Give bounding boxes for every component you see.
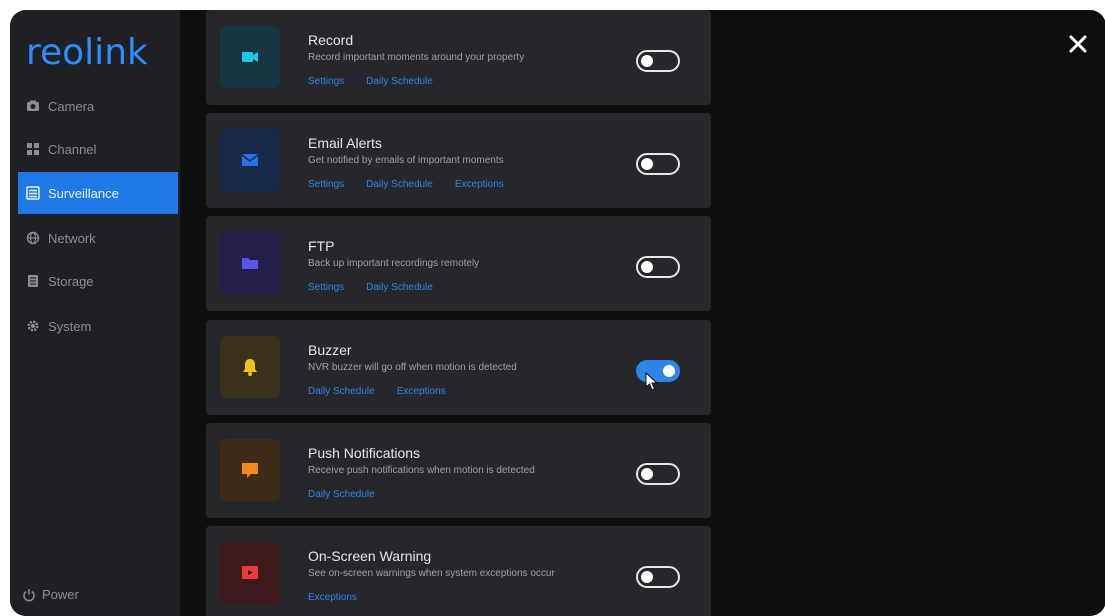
settings-link[interactable]: Settings bbox=[308, 179, 344, 190]
sidebar-item-camera[interactable]: Camera bbox=[18, 85, 178, 127]
daily-schedule-link[interactable]: Daily Schedule bbox=[308, 489, 375, 500]
sidebar-item-label: System bbox=[48, 318, 92, 334]
video-icon bbox=[220, 26, 280, 88]
card-title: Push Notifications bbox=[308, 445, 421, 461]
settings-link[interactable]: Settings bbox=[308, 76, 344, 87]
card-description: Receive push notifications when motion i… bbox=[308, 465, 535, 476]
email-alerts-toggle[interactable] bbox=[636, 153, 680, 175]
card-record: Record Record important moments around y… bbox=[206, 10, 711, 105]
sidebar-item-label: Camera bbox=[48, 98, 95, 114]
toggle-knob bbox=[641, 261, 653, 273]
card-title: On-Screen Warning bbox=[308, 548, 432, 564]
close-icon[interactable] bbox=[1068, 34, 1088, 54]
sidebar-item-label: Surveillance bbox=[48, 185, 119, 201]
channel-icon bbox=[26, 142, 40, 156]
daily-schedule-link[interactable]: Daily Schedule bbox=[366, 282, 433, 293]
mouse-cursor-icon bbox=[645, 372, 659, 391]
card-title: Email Alerts bbox=[308, 135, 382, 151]
gear-icon bbox=[26, 319, 40, 333]
sidebar-item-label: Channel bbox=[48, 141, 97, 157]
toggle-knob bbox=[663, 365, 675, 377]
push-notifications-toggle[interactable] bbox=[636, 463, 680, 485]
daily-schedule-link[interactable]: Daily Schedule bbox=[366, 76, 433, 87]
power-label: Power bbox=[42, 587, 79, 602]
sidebar: reolink Camera Channel Surveillance Netw… bbox=[10, 10, 180, 616]
camera-icon bbox=[26, 99, 40, 113]
surveillance-panel: Record Record important moments around y… bbox=[206, 10, 711, 616]
app-window: reolink Camera Channel Surveillance Netw… bbox=[10, 10, 1105, 616]
bell-icon bbox=[220, 336, 280, 398]
card-description: NVR buzzer will go off when motion is de… bbox=[308, 362, 517, 373]
card-description: Back up important recordings remotely bbox=[308, 258, 480, 269]
toggle-knob bbox=[641, 468, 653, 480]
daily-schedule-link[interactable]: Daily Schedule bbox=[308, 386, 375, 397]
settings-link[interactable]: Settings bbox=[308, 282, 344, 293]
warning-screen-icon bbox=[220, 542, 280, 604]
card-description: Record important moments around your pro… bbox=[308, 52, 525, 63]
exceptions-link[interactable]: Exceptions bbox=[308, 592, 357, 603]
storage-icon bbox=[26, 274, 40, 288]
card-description: See on-screen warnings when system excep… bbox=[308, 568, 555, 579]
sidebar-item-label: Network bbox=[48, 230, 96, 246]
card-on-screen-warning: On-Screen Warning See on-screen warnings… bbox=[206, 526, 711, 616]
exceptions-link[interactable]: Exceptions bbox=[455, 179, 504, 190]
ftp-toggle[interactable] bbox=[636, 256, 680, 278]
card-push-notifications: Push Notifications Receive push notifica… bbox=[206, 423, 711, 518]
sidebar-item-label: Storage bbox=[48, 273, 94, 289]
daily-schedule-link[interactable]: Daily Schedule bbox=[366, 179, 433, 190]
sidebar-item-system[interactable]: System bbox=[18, 305, 178, 347]
card-buzzer: Buzzer NVR buzzer will go off when motio… bbox=[206, 320, 711, 415]
card-title: Buzzer bbox=[308, 342, 352, 358]
sidebar-item-channel[interactable]: Channel bbox=[18, 128, 178, 170]
exceptions-link[interactable]: Exceptions bbox=[397, 386, 446, 397]
toggle-knob bbox=[641, 571, 653, 583]
sidebar-item-storage[interactable]: Storage bbox=[18, 260, 178, 302]
card-ftp: FTP Back up important recordings remotel… bbox=[206, 216, 711, 311]
card-email-alerts: Email Alerts Get notified by emails of i… bbox=[206, 113, 711, 208]
card-title: FTP bbox=[308, 238, 335, 254]
toggle-knob bbox=[641, 158, 653, 170]
card-title: Record bbox=[308, 32, 354, 48]
sidebar-item-network[interactable]: Network bbox=[18, 217, 178, 259]
record-toggle[interactable] bbox=[636, 50, 680, 72]
toggle-knob bbox=[641, 55, 653, 67]
reolink-logo: reolink bbox=[26, 32, 148, 73]
power-button[interactable]: Power bbox=[22, 587, 79, 602]
network-icon bbox=[26, 231, 40, 245]
card-description: Get notified by emails of important mome… bbox=[308, 155, 504, 166]
sidebar-item-surveillance[interactable]: Surveillance bbox=[18, 172, 178, 214]
message-icon bbox=[220, 439, 280, 501]
power-icon bbox=[22, 588, 36, 602]
on-screen-warning-toggle[interactable] bbox=[636, 566, 680, 588]
surveillance-icon bbox=[26, 186, 40, 200]
email-icon bbox=[220, 129, 280, 191]
folder-icon bbox=[220, 232, 280, 294]
